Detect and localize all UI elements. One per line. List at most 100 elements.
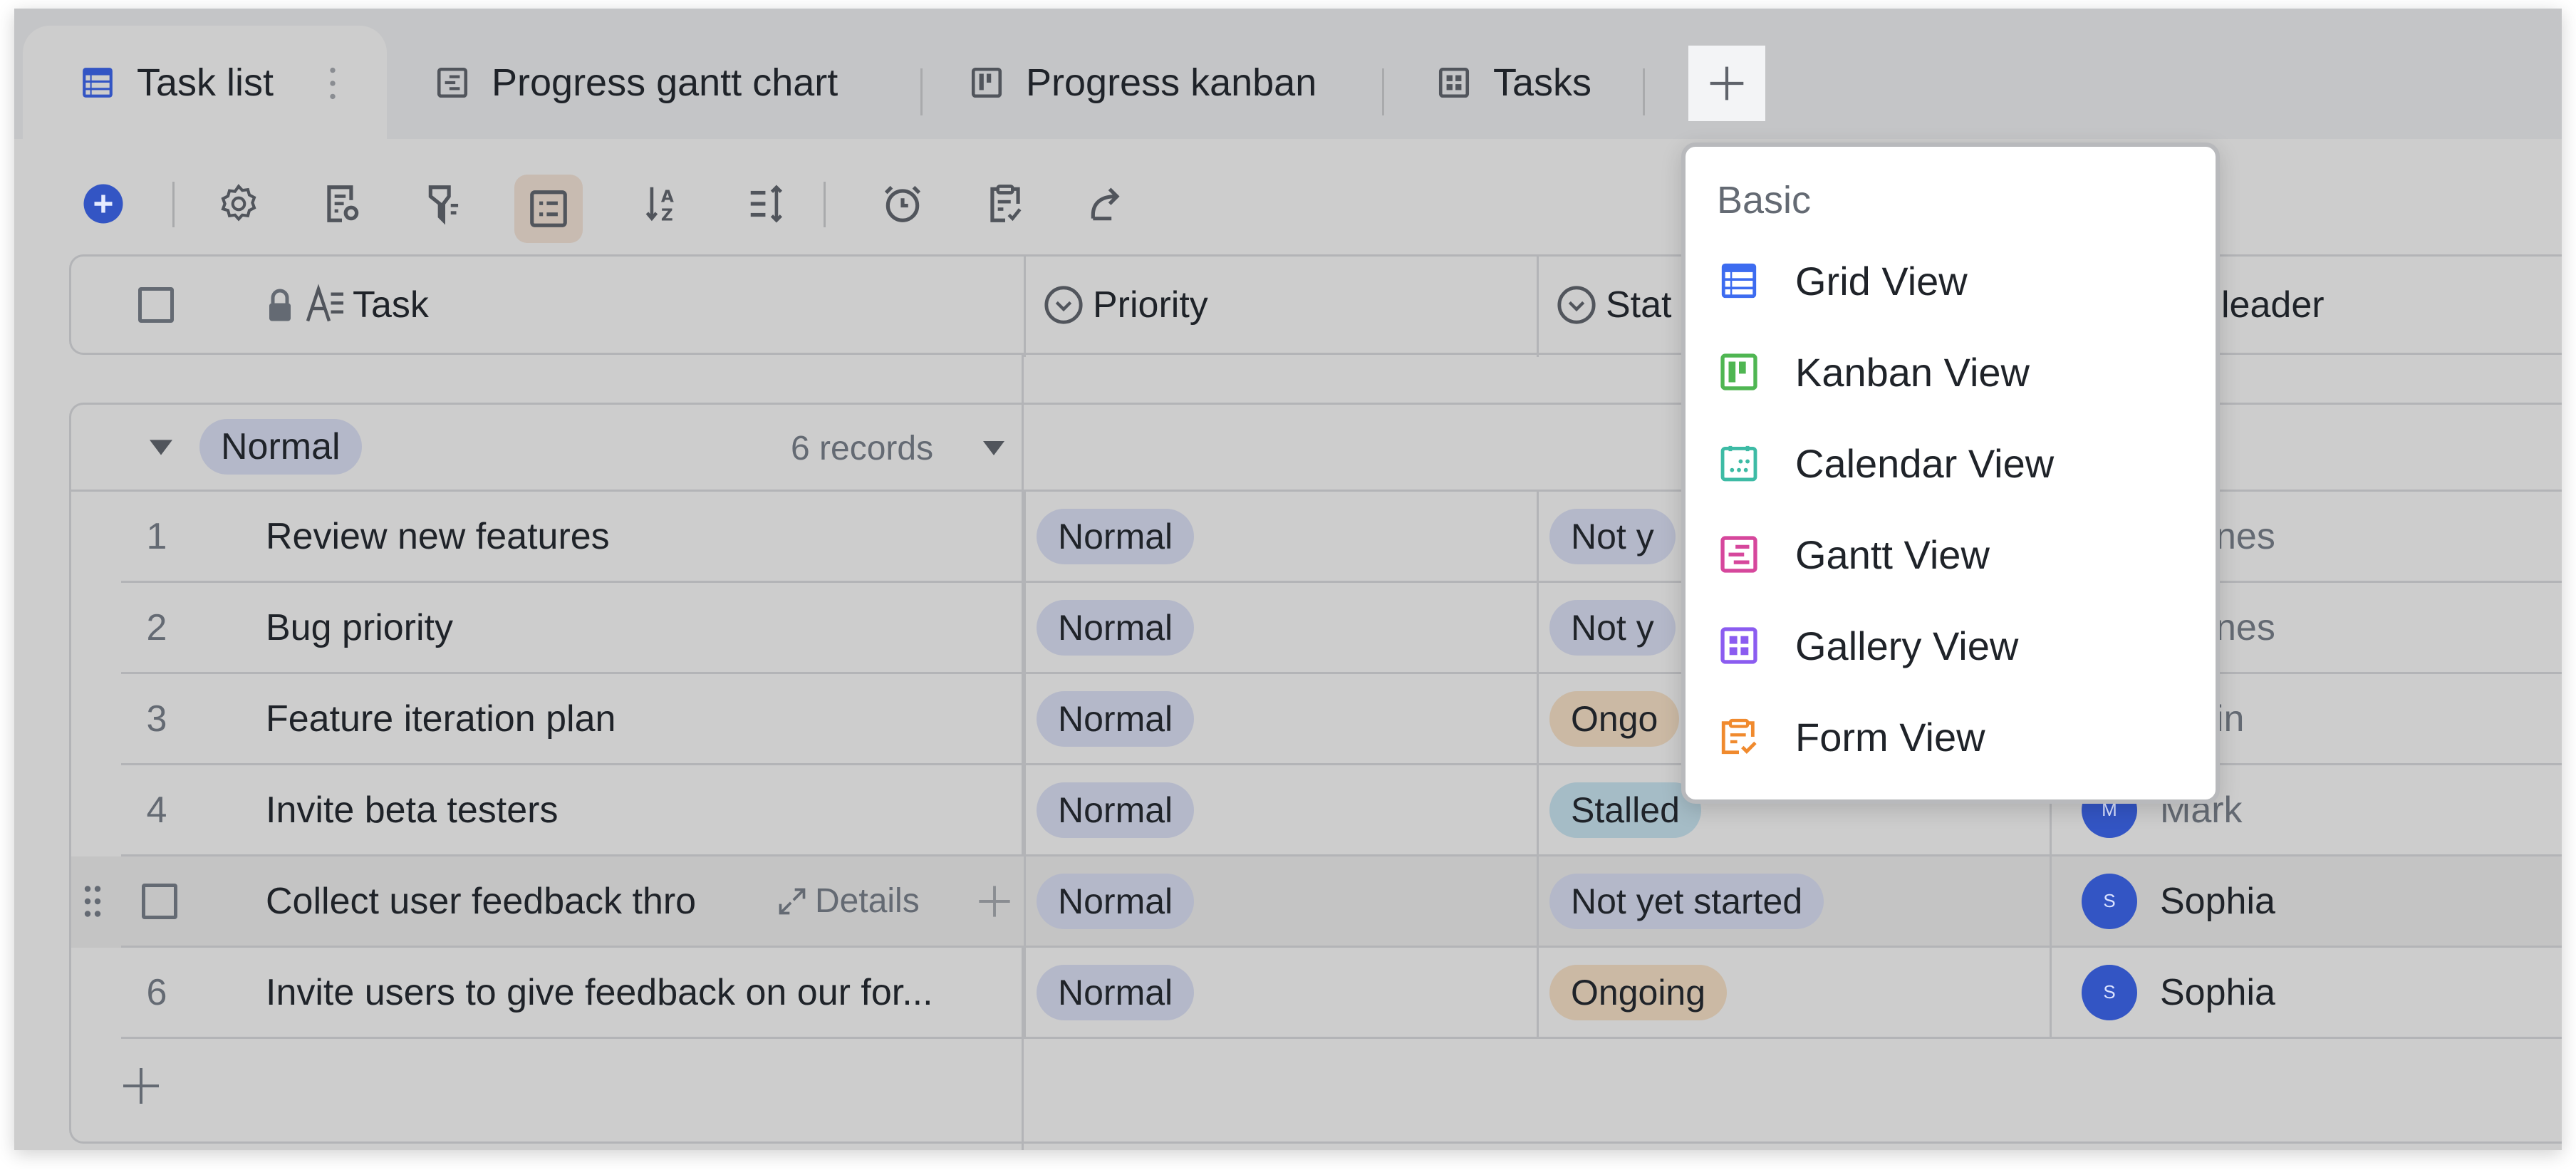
priority-cell[interactable]: Normal [1037, 948, 1195, 1037]
leader-cell[interactable]: nes [2216, 583, 2275, 672]
column-header-priority[interactable]: Priority [1043, 257, 1208, 353]
leader-name: in [2216, 698, 2245, 740]
task-name-cell[interactable]: Invite beta testers [266, 765, 1014, 854]
row-divider [121, 1037, 2562, 1039]
group-button[interactable] [514, 175, 583, 243]
tab-progress-kanban[interactable]: Progress kanban [969, 26, 1316, 139]
caret-down-icon[interactable] [983, 440, 1004, 456]
add-record-button[interactable] [78, 179, 128, 229]
priority-pill: Normal [1037, 508, 1195, 564]
leader-name: Sophia [2160, 971, 2275, 1013]
gallery-view-icon [1720, 627, 1757, 664]
status-cell[interactable]: Not y [1549, 583, 1676, 672]
priority-cell[interactable]: Normal [1037, 765, 1195, 854]
toolbar-divider [824, 182, 826, 227]
leader-name: nes [2216, 606, 2275, 648]
reminder-button[interactable] [878, 179, 928, 229]
tab-label: Task list [137, 61, 274, 104]
row-height-button[interactable] [742, 179, 792, 229]
add-view-button[interactable] [1688, 46, 1765, 121]
column-header-status[interactable]: Stat [1556, 257, 1672, 353]
group-record-count: 6 records [791, 430, 934, 467]
menu-item-gallery-view[interactable]: Gallery View [1686, 600, 2216, 691]
status-pill: Not y [1549, 508, 1676, 564]
status-pill: Ongo [1549, 690, 1680, 747]
view-settings-button[interactable] [214, 179, 264, 229]
column-header-label: Priority [1093, 284, 1208, 326]
tab-label: Progress gantt chart [492, 61, 838, 104]
gantt-view-icon [437, 67, 468, 98]
status-cell[interactable]: Ongoing [1549, 948, 1728, 1037]
menu-item-label: Form View [1795, 714, 1985, 760]
task-name-cell[interactable]: Invite users to give feedback on our for… [266, 948, 1014, 1037]
more-vertical-icon[interactable] [329, 67, 336, 100]
task-name-cell[interactable]: Bug priority [266, 583, 1014, 672]
add-subrecord-button[interactable] [976, 856, 1013, 946]
share-button[interactable] [1083, 179, 1133, 229]
priority-pill: Normal [1037, 782, 1195, 838]
plus-circle-icon [83, 184, 123, 224]
leader-cell[interactable]: S Sophia [2082, 856, 2275, 946]
kanban-view-icon [1720, 353, 1757, 390]
tab-label: Tasks [1493, 61, 1592, 104]
column-header-label: Stat [1606, 284, 1672, 326]
tab-divider [1643, 68, 1645, 115]
caret-down-icon[interactable] [150, 439, 172, 456]
select-all-checkbox[interactable] [138, 257, 174, 353]
kanban-view-icon [971, 67, 1002, 98]
menu-section-title: Basic [1717, 179, 1812, 222]
menu-item-kanban-view[interactable]: Kanban View [1686, 326, 2216, 418]
table-row[interactable]: 6 Invite users to give feedback on our f… [71, 948, 2562, 1039]
group-label-pill: Normal [199, 419, 362, 475]
status-cell[interactable]: Not yet started [1549, 856, 1824, 946]
task-name-cell[interactable]: Review new features [266, 492, 1014, 581]
status-pill: Stalled [1549, 782, 1701, 838]
status-cell[interactable]: Stalled [1549, 765, 1701, 854]
tab-task-list[interactable]: Task list [23, 26, 387, 139]
menu-item-label: Grid View [1795, 258, 1968, 304]
gallery-view-icon [1438, 67, 1470, 98]
add-record-row-button[interactable] [120, 1065, 162, 1111]
priority-cell[interactable]: Normal [1037, 492, 1195, 581]
leader-cell[interactable]: S Sophia [2082, 948, 2275, 1037]
form-button[interactable] [980, 179, 1030, 229]
row-checkbox[interactable] [138, 856, 181, 946]
tab-tasks[interactable]: Tasks [1436, 26, 1591, 139]
priority-cell[interactable]: Normal [1037, 674, 1195, 763]
menu-item-form-view[interactable]: Form View [1686, 691, 2216, 782]
task-name: Feature iteration plan [266, 698, 616, 740]
expand-details-button[interactable]: Details [777, 856, 920, 946]
task-name-cell[interactable]: Collect user feedback thro [266, 856, 764, 946]
priority-cell[interactable]: Normal [1037, 856, 1195, 946]
task-name-cell[interactable]: Feature iteration plan [266, 674, 1014, 763]
column-header-leader[interactable]: leader [2221, 257, 2325, 353]
menu-item-gantt-view[interactable]: Gantt View [1686, 509, 2216, 600]
calendar-view-icon [1720, 445, 1757, 482]
filter-button[interactable] [420, 179, 470, 229]
field-settings-button[interactable] [317, 179, 367, 229]
row-height-icon [750, 185, 783, 223]
view-tab-bar: Task list Progress gantt chart Progress … [14, 9, 2562, 139]
priority-pill: Normal [1037, 690, 1195, 747]
menu-item-label: Gallery View [1795, 623, 2019, 668]
table-row[interactable]: Collect user feedback thro Details Norma… [71, 856, 2562, 948]
menu-item-grid-view[interactable]: Grid View [1686, 235, 2216, 326]
details-label: Details [815, 882, 920, 920]
svg-text:Z: Z [661, 205, 673, 224]
drag-handle[interactable] [71, 856, 114, 946]
priority-pill: Normal [1037, 873, 1195, 929]
svg-text:A: A [661, 187, 674, 206]
status-cell[interactable]: Ongo [1549, 674, 1680, 763]
tab-progress-gantt-chart[interactable]: Progress gantt chart [435, 26, 838, 139]
alarm-clock-icon [884, 185, 921, 222]
menu-item-calendar-view[interactable]: Calendar View [1686, 418, 2216, 509]
leader-cell[interactable]: nes [2216, 492, 2275, 581]
plus-icon [123, 1068, 159, 1104]
row-number: 4 [146, 789, 167, 831]
task-name: Invite beta testers [266, 789, 559, 831]
priority-cell[interactable]: Normal [1037, 583, 1195, 672]
leader-cell[interactable]: in [2216, 674, 2244, 763]
status-cell[interactable]: Not y [1549, 492, 1676, 581]
column-header-task[interactable]: Task [266, 257, 429, 353]
sort-button[interactable]: AZ [640, 179, 690, 229]
